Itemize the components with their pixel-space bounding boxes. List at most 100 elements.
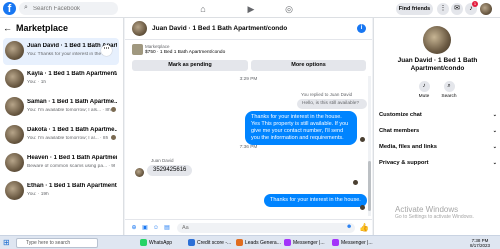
scrollbar-thumb[interactable] bbox=[368, 161, 371, 211]
taskbar-app-messenger[interactable]: Messenger |... bbox=[284, 237, 325, 249]
conversation-title: Ethan · 1 Bed 1 Bath Apartment/... bbox=[27, 183, 117, 189]
listing-label: Marketplace bbox=[145, 44, 170, 49]
avatar[interactable] bbox=[423, 26, 451, 54]
listing-card: Marketplace $750 · 1 Bed 1 Bath Apartmen… bbox=[131, 42, 367, 74]
back-arrow-icon[interactable]: ← bbox=[3, 23, 12, 33]
notification-badge: 1 bbox=[472, 1, 478, 7]
reply-note: You replied to Juan David bbox=[301, 92, 353, 97]
search-box[interactable]: ⌕ bbox=[19, 2, 118, 15]
seen-avatar bbox=[111, 107, 116, 112]
taskbar-search[interactable]: Type here to search bbox=[16, 238, 98, 248]
watermark-subtitle: Go to Settings to activate Windows. bbox=[395, 214, 474, 220]
browser-icon bbox=[236, 239, 243, 247]
top-bar: f ⌕ ⌂ ▶ ◎ Find friends ⋮ ✉ ♪ 1 bbox=[0, 0, 500, 18]
conversation-snippet: You: · 19h bbox=[27, 192, 49, 197]
taskbar-app-messenger-2[interactable]: Messenger |... bbox=[332, 237, 373, 249]
marketplace-title: Marketplace bbox=[16, 23, 69, 33]
timestamp: 3:29 PM bbox=[239, 77, 258, 82]
conversation-row[interactable]: Dakota · 1 Bed 1 Bath Apartme... You: I'… bbox=[3, 122, 119, 149]
chat-title[interactable]: Juan David · 1 Bed 1 Bath Apartment/cond… bbox=[152, 25, 287, 32]
privacy-support-item[interactable]: Privacy & support ⌄ bbox=[379, 160, 497, 166]
clock[interactable]: 7:38 PM 8/17/2023 bbox=[470, 238, 490, 248]
like-icon[interactable]: 👍 bbox=[359, 223, 369, 232]
avatar bbox=[5, 41, 24, 60]
avatar bbox=[5, 97, 24, 116]
facebook-logo[interactable]: f bbox=[3, 2, 16, 15]
listing-title[interactable]: $750 · 1 Bed 1 Bath Apartment/condo bbox=[145, 50, 225, 55]
emoji-icon[interactable]: ☻ bbox=[346, 224, 352, 230]
avatar bbox=[5, 125, 24, 144]
whatsapp-icon bbox=[140, 239, 147, 247]
chat-header: Juan David · 1 Bed 1 Bath Apartment/cond… bbox=[125, 18, 372, 40]
mark-pending-button[interactable]: Mark as pending bbox=[132, 60, 248, 71]
conversation-snippet: You: I'm available tomorrow; I al... · 8… bbox=[27, 136, 109, 141]
conversation-row[interactable]: Kayla · 1 Bed 1 Bath Apartment/condo You… bbox=[3, 66, 119, 93]
messenger-icon[interactable]: ✉ bbox=[451, 3, 463, 15]
item-label: Customize chat bbox=[379, 112, 422, 118]
sticker-icon[interactable]: ☺ bbox=[152, 224, 160, 232]
conversation-row[interactable]: Juan David · 1 Bed 1 Bath Apartment/c...… bbox=[3, 38, 119, 65]
search-icon: ⌕ bbox=[24, 4, 28, 11]
browser-icon bbox=[188, 239, 195, 247]
search-label: Search bbox=[441, 94, 457, 99]
clock-date: 8/17/2023 bbox=[470, 243, 491, 248]
listing-thumbnail[interactable] bbox=[132, 44, 143, 55]
search-input[interactable] bbox=[33, 3, 113, 14]
grid-icon[interactable]: ⋮ bbox=[437, 3, 449, 15]
conversation-title: Heaven · 1 Bed 1 Bath Apartment/... bbox=[27, 155, 117, 161]
composer: ⊕ ▣ ☺ ▤ ☻ 👍 bbox=[125, 219, 372, 235]
taskbar-app-credit[interactable]: Credit score -... bbox=[188, 237, 231, 249]
marketplace-header: ← Marketplace bbox=[3, 23, 68, 33]
avatar[interactable] bbox=[480, 3, 492, 15]
avatar bbox=[5, 181, 24, 200]
taskbar-app-leads[interactable]: Leads Genera... bbox=[236, 237, 281, 249]
add-icon[interactable]: ⊕ bbox=[130, 224, 138, 232]
bell-icon: ♪ bbox=[418, 81, 430, 92]
mute-button[interactable]: ♪ Mute bbox=[412, 81, 436, 99]
quoted-message[interactable]: Hello, is this still available? bbox=[297, 99, 367, 109]
scrollbar[interactable] bbox=[368, 76, 371, 216]
timestamp: 7:36 PM bbox=[239, 145, 258, 150]
conversation-row[interactable]: Ethan · 1 Bed 1 Bath Apartment/... You: … bbox=[3, 178, 119, 205]
conversation-details: Juan David · 1 Bed 1 Bath Apartment/cond… bbox=[373, 18, 500, 235]
more-options-button[interactable]: More options bbox=[251, 60, 366, 71]
seen-avatar bbox=[111, 135, 116, 140]
taskbar-app-whatsapp[interactable]: WhatsApp bbox=[140, 237, 172, 249]
info-icon[interactable]: i bbox=[357, 24, 366, 33]
windows-start-icon[interactable]: ⊞ bbox=[3, 239, 10, 247]
chat-members-item[interactable]: Chat members ⌄ bbox=[379, 128, 497, 134]
avatar bbox=[5, 69, 24, 88]
chevron-down-icon: ⌄ bbox=[492, 160, 497, 166]
conversation-snippet: You: · 1h bbox=[27, 80, 47, 85]
chevron-down-icon: ⌄ bbox=[492, 128, 497, 134]
search-button[interactable]: ⌕ Search bbox=[437, 81, 461, 99]
chevron-down-icon: ⌄ bbox=[492, 144, 497, 150]
conversation-row[interactable]: Saman · 1 Bed 1 Bath Apartme... You: I'm… bbox=[3, 94, 119, 121]
chat-panel: Juan David · 1 Bed 1 Bath Apartment/cond… bbox=[125, 18, 372, 235]
item-label: Chat members bbox=[379, 128, 420, 134]
find-friends-button[interactable]: Find friends bbox=[396, 3, 433, 15]
image-icon[interactable]: ▣ bbox=[141, 224, 149, 232]
gif-icon[interactable]: ▤ bbox=[163, 224, 171, 232]
messenger-icon bbox=[332, 239, 339, 247]
seen-avatar bbox=[360, 205, 365, 210]
seen-avatar bbox=[353, 180, 358, 185]
media-files-item[interactable]: Media, files and links ⌄ bbox=[379, 144, 497, 150]
item-label: Media, files and links bbox=[379, 144, 437, 150]
sent-message[interactable]: Thanks for your interest in the house. bbox=[264, 194, 367, 207]
avatar[interactable] bbox=[132, 21, 147, 36]
chevron-down-icon: ⌄ bbox=[492, 112, 497, 118]
marketplace-sidebar: ← Marketplace Juan David · 1 Bed 1 Bath A… bbox=[0, 18, 124, 235]
customize-chat-item[interactable]: Customize chat ⌄ bbox=[379, 112, 497, 118]
message-input[interactable] bbox=[182, 223, 332, 233]
sent-message[interactable]: Thanks for your interest in the house. Y… bbox=[245, 111, 357, 145]
groups-icon[interactable]: ◎ bbox=[283, 3, 295, 15]
home-icon[interactable]: ⌂ bbox=[197, 3, 209, 15]
more-options-icon[interactable]: ⋯ bbox=[101, 45, 112, 56]
item-label: Privacy & support bbox=[379, 160, 429, 166]
message-box[interactable] bbox=[177, 223, 355, 233]
video-icon[interactable]: ▶ bbox=[245, 3, 257, 15]
conversation-row[interactable]: Heaven · 1 Bed 1 Bath Apartment/... Bewa… bbox=[3, 150, 119, 177]
received-message[interactable]: 3529425616 bbox=[147, 165, 193, 176]
conversation-title: Dakota · 1 Bed 1 Bath Apartme... bbox=[27, 127, 117, 133]
